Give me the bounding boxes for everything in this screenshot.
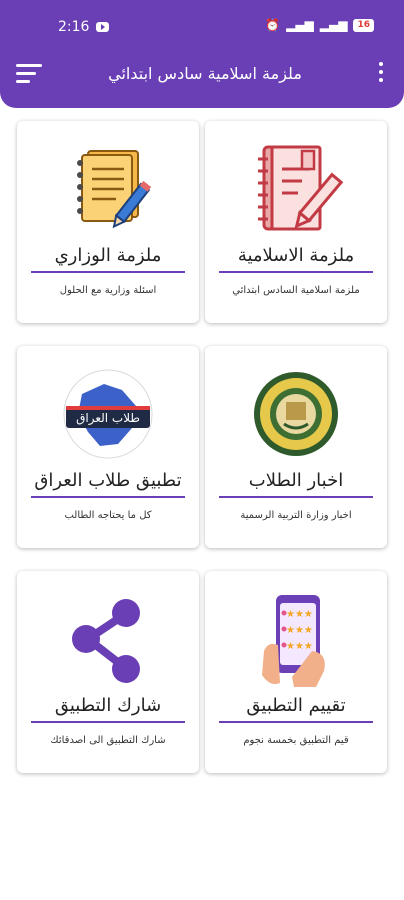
card-subtitle: ملزمة اسلامية السادس ابتدائي [232,285,360,296]
status-bar: 2:16 ⏰ ▂▄▆ ▂▄▆ 16 [0,14,404,42]
card-subtitle: اسئلة وزارية مع الحلول [59,285,157,296]
card-divider [31,721,185,723]
signal-icon: ▂▄▆ [286,18,314,32]
card-rate-app[interactable]: ★★★ ★★★ ★★★ تقييم التطبيق قيم التطبيق بخ… [205,571,387,773]
card-title: ملزمة الاسلامية [237,245,355,266]
card-title: اخبار الطلاب [248,470,344,491]
card-divider [219,496,373,498]
card-subtitle: اخبار وزارة التربية الرسمية [240,510,352,521]
card-divider [219,271,373,273]
menu-icon[interactable] [16,64,42,84]
card-ministerial-booklet[interactable]: ملزمة الوزاري اسئلة وزارية مع الحلول [17,121,199,323]
card-title: ملزمة الوزاري [54,245,162,266]
card-subtitle: كل ما يحتاجه الطالب [64,510,152,521]
notebook-pencil-icon [246,141,346,241]
app-title: ملزمة اسلامية سادس ابتدائي [108,64,302,83]
card-subtitle: شارك التطبيق الى اصدقائك [50,735,166,746]
notepad-pencil-icon [58,141,158,241]
card-student-news[interactable]: اخبار الطلاب اخبار وزارة التربية الرسمية [205,346,387,548]
iraq-logo-text: طلاب العراق [76,411,140,426]
share-icon [58,591,158,691]
card-subtitle: قيم التطبيق بخمسة نجوم [243,735,349,746]
app-bar: 2:16 ⏰ ▂▄▆ ▂▄▆ 16 ملزمة اسلامية سادس ابت… [0,0,404,108]
battery-icon: 16 [353,18,374,32]
ministry-seal-icon [246,366,346,466]
signal-icon-2: ▂▄▆ [319,18,348,32]
rating-phone-icon: ★★★ ★★★ ★★★ [246,591,346,691]
iraq-map-logo-icon: طلاب العراق [58,366,158,466]
card-iraq-students-app[interactable]: طلاب العراق تطبيق طلاب العراق كل ما يحتا… [17,346,199,548]
status-time: 2:16 [58,19,90,35]
status-icons: ⏰ ▂▄▆ ▂▄▆ 16 [265,18,374,32]
card-share-app[interactable]: شارك التطبيق شارك التطبيق الى اصدقائك [17,571,199,773]
alarm-icon: ⏰ [265,18,281,32]
svg-text:★★★: ★★★ [286,609,313,620]
card-title: تطبيق طلاب العراق [34,470,182,491]
svg-text:★★★: ★★★ [286,641,313,652]
svg-text:★★★: ★★★ [286,625,313,636]
card-divider [31,271,185,273]
card-divider [219,721,373,723]
more-options-icon[interactable] [378,62,384,86]
card-title: تقييم التطبيق [246,695,346,716]
card-title: شارك التطبيق [54,695,162,716]
youtube-notification-icon [96,22,109,32]
card-divider [31,496,185,498]
card-islamic-booklet[interactable]: ملزمة الاسلامية ملزمة اسلامية السادس ابت… [205,121,387,323]
